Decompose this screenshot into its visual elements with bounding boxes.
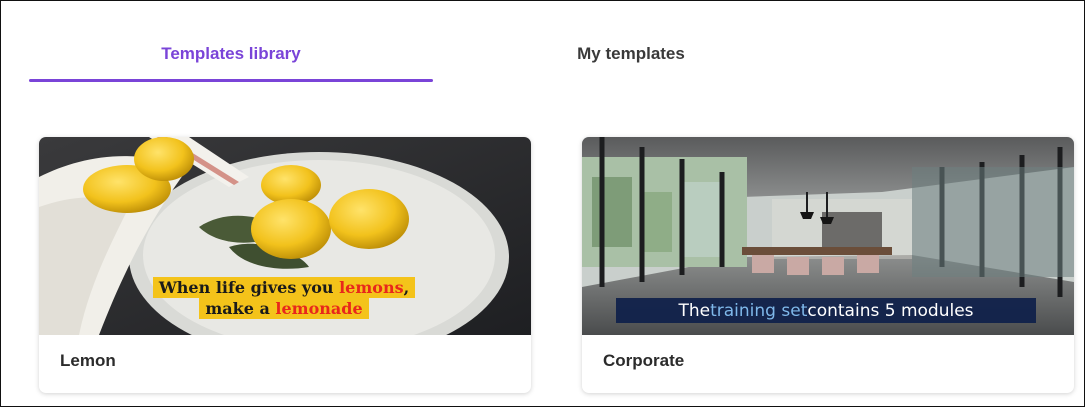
caption-text: contains 5 modules: [807, 300, 974, 321]
caption-text: make a: [205, 299, 276, 318]
caption-highlight: lemonade: [275, 299, 363, 318]
tab-my-templates[interactable]: My templates: [461, 29, 801, 79]
template-thumbnail-lemon: When life gives you lemons, make a lemon…: [39, 137, 531, 335]
lemon-thumbnail-caption: When life gives you lemons, make a lemon…: [127, 277, 441, 319]
template-thumbnail-corporate: The training set contains 5 modules: [582, 137, 1074, 335]
caption-text: The: [678, 300, 711, 321]
template-tabs: Templates library My templates: [29, 29, 1049, 85]
caption-line-1: When life gives you lemons,: [152, 277, 416, 298]
tab-label: Templates library: [161, 44, 301, 63]
tab-label: My templates: [577, 44, 685, 63]
caption-highlight: training set: [710, 300, 808, 321]
corporate-thumbnail-caption: The training set contains 5 modules: [616, 298, 1036, 323]
template-card-lemon[interactable]: When life gives you lemons, make a lemon…: [39, 137, 531, 393]
caption-line-2: make a lemonade: [199, 298, 369, 319]
template-name: Lemon: [60, 351, 116, 370]
templates-panel: Templates library My templates When life…: [0, 0, 1085, 407]
caption-text: When life gives you: [158, 278, 340, 297]
tab-templates-library[interactable]: Templates library: [29, 29, 433, 79]
active-tab-indicator: [29, 79, 433, 82]
caption-text: ,: [403, 278, 410, 297]
template-card-corporate[interactable]: The training set contains 5 modules Corp…: [582, 137, 1074, 393]
caption-highlight: lemons: [339, 278, 404, 297]
template-name: Corporate: [603, 351, 685, 370]
